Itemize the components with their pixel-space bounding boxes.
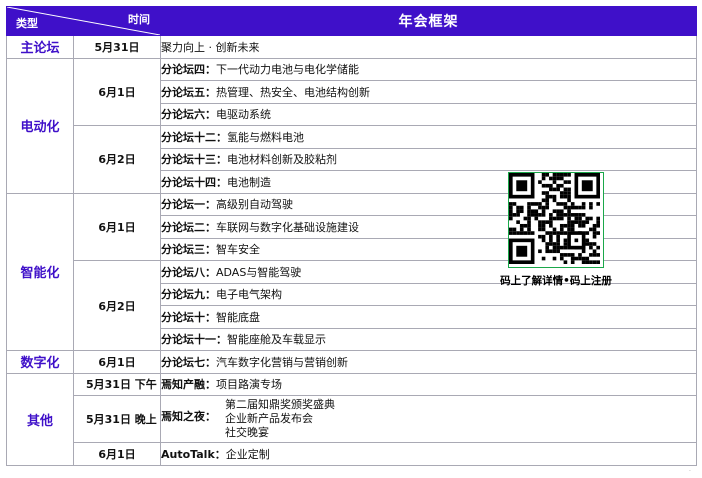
session-text: 车联网与数字化基础设施建设 <box>216 220 359 234</box>
header-time-label: 时间 <box>128 13 150 26</box>
table-row: 电动化 6月1日 分论坛四：下一代动力电池与电化学储能 <box>6 57 697 194</box>
table-row: 其他 5月31日 下午 焉知产融：项目路演专场 <box>6 372 697 466</box>
session-text: 智能底盘 <box>216 310 260 324</box>
table-row: 6月1日 AutoTalk：企业定制 <box>7 442 697 466</box>
session-prefix: 焉知产融： <box>161 378 216 392</box>
date-cell: 6月2日 <box>73 125 161 194</box>
session-text: 电子电气架构 <box>216 288 282 302</box>
session-cell: AutoTalk：企业定制 <box>160 442 697 466</box>
session-text: 电池制造 <box>227 175 271 189</box>
session-text: 热管理、热安全、电池结构创新 <box>216 85 370 99</box>
category-digital: 数字化 <box>6 350 74 374</box>
session-prefix: 分论坛六： <box>161 108 216 122</box>
category-ev: 电动化 <box>6 57 74 194</box>
session-text: 氢能与燃料电池 <box>227 130 304 144</box>
session-prefix: 分论坛十四： <box>161 175 227 189</box>
session-cell: 焉知产融：项目路演专场 <box>160 372 697 396</box>
session-prefix: 分论坛三： <box>161 243 216 257</box>
session-line: 第二届知鼎奖颁奖盛典 <box>225 398 335 411</box>
session-line: 社交晚宴 <box>225 426 269 439</box>
date-cell: 6月1日 <box>73 442 161 466</box>
session-text: 电驱动系统 <box>216 108 271 122</box>
session-prefix: 分论坛二： <box>161 220 216 234</box>
qr-code-frame[interactable] <box>508 172 604 268</box>
session-prefix: 分论坛十二： <box>161 130 227 144</box>
session-multiline: 焉知之夜： 第二届知鼎奖颁奖盛典 企业新产品发布会 社交晚宴 <box>161 396 696 442</box>
session-cell: 分论坛七：汽车数字化营销与营销创新 <box>160 350 697 374</box>
qr-code-block: 码上了解详情•码上注册 <box>495 172 617 288</box>
session-cell: 分论坛十三：电池材料创新及胶粘剂 <box>160 147 697 171</box>
category-main: 主论坛 <box>6 35 74 59</box>
session-cell: 聚力向上 · 创新未来 <box>160 35 697 59</box>
session-prefix: 分论坛十： <box>161 310 216 324</box>
session-cell: 分论坛十二：氢能与燃料电池 <box>160 125 697 149</box>
session-cell: 分论坛十：智能底盘 <box>160 305 697 329</box>
table-row: 主论坛 5月31日 聚力向上 · 创新未来 <box>6 35 697 59</box>
session-prefix: 分论坛十三： <box>161 153 227 167</box>
session-prefix: 分论坛七： <box>161 355 216 369</box>
session-cell: 分论坛六：电驱动系统 <box>160 102 697 126</box>
date-cell: 6月1日 <box>73 192 161 261</box>
session-prefix: 分论坛八： <box>161 265 216 279</box>
session-text: 电池材料创新及胶粘剂 <box>227 153 337 167</box>
session-prefix: 分论坛九： <box>161 288 216 302</box>
header-type-label: 类型 <box>16 17 38 30</box>
session-text: 高级别自动驾驶 <box>216 198 293 212</box>
header-title: 年会框架 <box>160 6 697 36</box>
session-text: ADAS与智能驾驶 <box>216 265 302 279</box>
session-text: 汽车数字化营销与营销创新 <box>216 355 348 369</box>
session-prefix: 焉知之夜： <box>161 410 216 423</box>
date-cell: 5月31日 晚上 <box>73 395 161 443</box>
session-text: 聚力向上 · 创新未来 <box>161 40 260 54</box>
corner-mark: · <box>689 468 691 475</box>
date-cell: 6月2日 <box>73 260 161 351</box>
date-cell: 6月1日 <box>73 350 161 374</box>
table-row: 5月31日 晚上 焉知之夜： 第二届知鼎奖颁奖盛典 企业新产品发布会 社交晚宴 <box>7 395 697 443</box>
session-line: 企业新产品发布会 <box>225 412 313 425</box>
session-prefix: AutoTalk： <box>161 447 226 461</box>
table-header-row: 时间 类型 年会框架 <box>6 6 697 36</box>
session-cell: 分论坛五：热管理、热安全、电池结构创新 <box>160 80 697 104</box>
session-cell: 分论坛十一：智能座舱及车载显示 <box>160 327 697 351</box>
session-prefix: 分论坛五： <box>161 85 216 99</box>
session-text: 下一代动力电池与电化学储能 <box>216 63 359 77</box>
date-cell: 5月31日 <box>73 35 161 59</box>
session-text: 智能座舱及车载显示 <box>227 333 326 347</box>
session-text: 企业定制 <box>225 447 270 461</box>
qr-caption: 码上了解详情•码上注册 <box>500 275 612 287</box>
session-cell: 分论坛四：下一代动力电池与电化学储能 <box>160 57 697 81</box>
session-prefix: 分论坛四： <box>161 63 216 77</box>
table-row: 6月2日 分论坛十二：氢能与燃料电池 <box>7 125 697 194</box>
category-smart: 智能化 <box>6 192 74 351</box>
date-cell: 5月31日 下午 <box>73 372 161 396</box>
category-other: 其他 <box>6 372 74 466</box>
table-row: 数字化 6月1日 分论坛七：汽车数字化营销与营销创新 <box>6 350 697 374</box>
session-prefix: 分论坛十一： <box>161 333 227 347</box>
session-cell: 焉知之夜： 第二届知鼎奖颁奖盛典 企业新产品发布会 社交晚宴 <box>160 395 697 443</box>
session-prefix: 分论坛一： <box>161 198 216 212</box>
session-text: 项目路演专场 <box>216 378 282 392</box>
session-lines: 第二届知鼎奖颁奖盛典 企业新产品发布会 社交晚宴 <box>225 398 335 440</box>
header-corner-cell: 时间 类型 <box>6 6 161 36</box>
date-cell: 6月1日 <box>73 57 161 126</box>
schedule-page: 时间 类型 年会框架 主论坛 5月31日 聚力向上 · 创新未来 电动化 6月1… <box>0 0 702 478</box>
qr-code-icon <box>509 173 600 264</box>
session-text: 智车安全 <box>216 243 260 257</box>
